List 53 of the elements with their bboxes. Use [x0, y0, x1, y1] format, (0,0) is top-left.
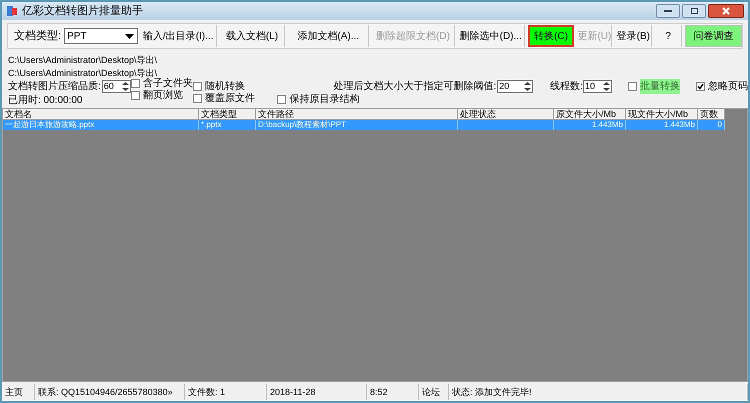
- field-label: 文档类型:: [13, 28, 62, 44]
- checkbox-label: 忽略页码: [708, 80, 748, 94]
- maximize-button[interactable]: [682, 4, 706, 18]
- field-label: 线程数:: [550, 80, 583, 94]
- spinner-arrows-icon: [121, 81, 130, 92]
- status-text: 2018-11-28: [267, 384, 367, 400]
- checkbox[interactable]: [131, 78, 140, 88]
- window-title: 亿彩文档转图片排量助手: [22, 4, 143, 19]
- checkbox-label: 随机转换: [205, 80, 245, 92]
- checkbox[interactable]: [193, 94, 202, 102]
- app-icon: [6, 5, 18, 17]
- checkbox-label: 含子文件夹: [143, 78, 193, 90]
- checkbox-label: 翻页浏览: [143, 88, 183, 102]
- field-label: 文档转图片压缩品质:: [8, 80, 101, 94]
- checkbox[interactable]: [696, 82, 705, 91]
- close-button[interactable]: [708, 4, 744, 18]
- toolbar-button[interactable]: 输入/出目录(I)...: [140, 25, 217, 47]
- path-text: C:\Users\Administrator\Desktop\导出\: [8, 67, 158, 78]
- close-icon: [722, 7, 730, 15]
- spin-box[interactable]: 20: [497, 80, 534, 93]
- status-text: 主页: [2, 384, 35, 400]
- minimize-button[interactable]: [656, 4, 680, 18]
- status-text: 文件数: 1: [185, 384, 267, 400]
- status-text: 状态: 添加文件完毕!: [449, 384, 748, 400]
- checkbox-label: 覆盖原文件: [205, 92, 255, 106]
- field-label: 处理后文档大小大于指定可删除阈值:: [333, 80, 496, 94]
- table-cell: *.pptx: [199, 120, 256, 130]
- checkbox-label: 保持原目录结构: [289, 92, 360, 106]
- check-icon: [697, 83, 704, 90]
- elapsed-time: 已用时: 00:00:00: [8, 94, 84, 108]
- spinner-arrows-icon: [602, 81, 611, 92]
- spin-box[interactable]: 60: [102, 80, 131, 93]
- path-text: C:\Users\Administrator\Desktop\导出\: [8, 54, 158, 66]
- toolbar-button[interactable]: 登录(B): [615, 25, 652, 47]
- status-text: 8:52: [367, 384, 419, 400]
- table-cell: 1.443Mb: [554, 120, 626, 130]
- toolbar-button[interactable]: 问卷调查: [685, 25, 742, 47]
- spin-box[interactable]: 10: [583, 80, 612, 93]
- dropdown-arrow-icon: [124, 34, 134, 38]
- checkbox[interactable]: [131, 90, 140, 100]
- table-cell: 0: [698, 120, 725, 130]
- toolbar-button[interactable]: 删除选中(D)...: [458, 25, 525, 47]
- spinner-arrows-icon: [523, 81, 532, 92]
- checkbox[interactable]: [193, 82, 202, 90]
- toolbar-button[interactable]: 转换(C): [528, 25, 574, 47]
- status-text: 联系: QQ15104946/2655780380»: [35, 384, 185, 400]
- checkbox-label: 批量转换: [640, 79, 680, 94]
- checkbox[interactable]: [277, 94, 286, 104]
- table-cell: 1.443Mb: [626, 120, 698, 130]
- doc-type-dropdown[interactable]: PPT: [64, 28, 138, 44]
- status-text: 论坛: [419, 384, 449, 400]
- table-cell: D:\backup\教程素材\PPT: [256, 120, 458, 130]
- table-cell: 一起游日本旅游攻略.pptx: [3, 120, 199, 130]
